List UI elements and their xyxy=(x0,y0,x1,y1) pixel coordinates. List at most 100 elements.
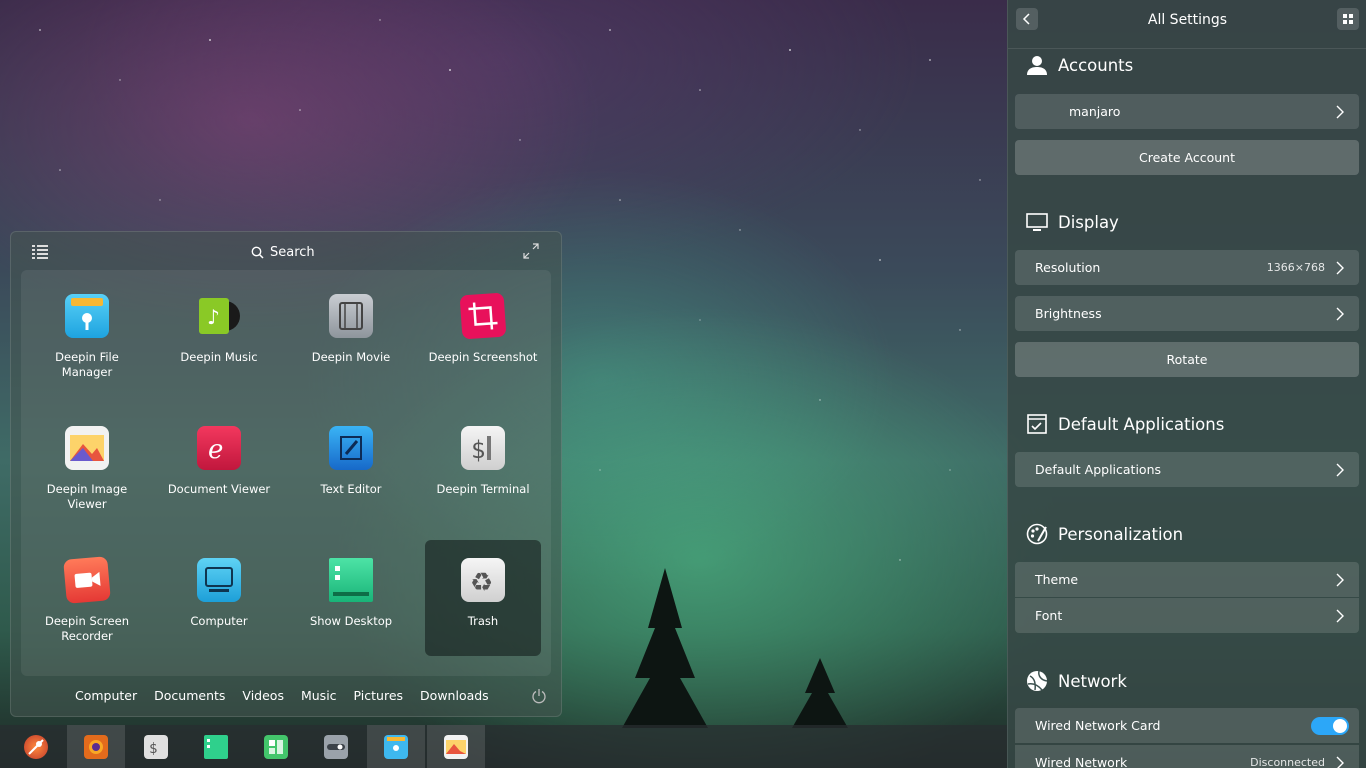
section-default-applications: Default Applications xyxy=(1026,413,1224,435)
section-title: Accounts xyxy=(1058,55,1134,75)
power-icon[interactable] xyxy=(531,688,547,704)
taskbar-system-monitor[interactable] xyxy=(247,725,305,768)
font-row[interactable]: Font xyxy=(1015,598,1359,633)
apps-grid: Deepin File Manager ♪ Deepin Music Deepi… xyxy=(21,270,551,676)
theme-row[interactable]: Theme xyxy=(1015,562,1359,597)
app-deepin-screenshot[interactable]: Deepin Screenshot xyxy=(425,276,541,392)
svg-text:$: $ xyxy=(471,436,485,464)
app-deepin-music[interactable]: ♪ Deepin Music xyxy=(161,276,277,392)
row-label: Theme xyxy=(1035,572,1079,587)
button-label: Rotate xyxy=(1166,352,1208,367)
app-launcher: Search Deepin File Manager ♪ Deepin Musi… xyxy=(10,231,562,717)
folder-downloads[interactable]: Downloads xyxy=(420,688,489,703)
search-input[interactable]: Search xyxy=(251,242,315,262)
app-trash[interactable]: ♻ Trash xyxy=(425,540,541,656)
image-viewer-icon xyxy=(65,426,109,470)
section-network: Network xyxy=(1026,670,1127,692)
folder-music[interactable]: Music xyxy=(301,688,337,703)
app-deepin-file-manager[interactable]: Deepin File Manager xyxy=(29,276,145,392)
trash-icon: ♻ xyxy=(461,558,505,602)
app-label: Deepin Screenshot xyxy=(428,350,538,364)
app-label: Show Desktop xyxy=(309,614,393,628)
search-placeholder: Search xyxy=(270,244,315,260)
chevron-right-icon xyxy=(1336,307,1344,320)
chevron-right-icon xyxy=(1336,609,1344,622)
terminal-icon: $ xyxy=(461,426,505,470)
folder-videos[interactable]: Videos xyxy=(242,688,284,703)
show-desktop-icon xyxy=(204,735,228,759)
wired-network-card-row: Wired Network Card xyxy=(1015,708,1359,743)
default-applications-row[interactable]: Default Applications xyxy=(1015,452,1359,487)
launcher-footer: Computer Documents Videos Music Pictures… xyxy=(11,676,561,716)
chevron-right-icon xyxy=(1336,756,1344,768)
app-deepin-terminal[interactable]: $ Deepin Terminal xyxy=(425,408,541,524)
firefox-icon xyxy=(84,735,108,759)
create-account-button[interactable]: Create Account xyxy=(1015,140,1359,175)
file-manager-icon xyxy=(384,735,408,759)
screenshot-icon xyxy=(459,292,507,340)
folder-shortcuts: Computer Documents Videos Music Pictures… xyxy=(75,688,489,703)
section-personalization: Personalization xyxy=(1026,523,1183,545)
svg-text:e: e xyxy=(208,435,223,465)
app-deepin-image-viewer[interactable]: Deepin Image Viewer xyxy=(29,408,145,524)
chevron-right-icon xyxy=(1336,573,1344,586)
folder-computer[interactable]: Computer xyxy=(75,688,137,703)
monitor-icon xyxy=(1026,213,1048,231)
app-label: Deepin Screen Recorder xyxy=(45,614,129,643)
app-show-desktop[interactable]: Show Desktop xyxy=(293,540,409,656)
section-title: Personalization xyxy=(1058,524,1184,544)
all-modules-button[interactable] xyxy=(1337,8,1359,30)
control-center-icon xyxy=(324,735,348,759)
launcher-icon xyxy=(24,735,48,759)
resolution-value: 1366×768 xyxy=(1266,261,1325,274)
button-label: Create Account xyxy=(1139,150,1235,165)
brightness-row[interactable]: Brightness xyxy=(1015,296,1359,331)
folder-pictures[interactable]: Pictures xyxy=(354,688,404,703)
show-desktop-icon xyxy=(329,558,373,602)
resolution-row[interactable]: Resolution 1366×768 xyxy=(1015,250,1359,285)
section-title: Network xyxy=(1058,671,1127,691)
category-view-icon[interactable] xyxy=(31,243,49,261)
row-label: Default Applications xyxy=(1035,462,1162,477)
app-deepin-movie[interactable]: Deepin Movie xyxy=(293,276,409,392)
account-row-user[interactable]: manjaro xyxy=(1015,94,1359,129)
file-manager-icon xyxy=(65,294,109,338)
tree-silhouette xyxy=(622,568,708,728)
wired-network-toggle[interactable] xyxy=(1311,716,1349,735)
taskbar: $ xyxy=(0,725,1007,768)
app-label: Text Editor xyxy=(320,482,382,496)
taskbar-file-manager[interactable] xyxy=(367,725,425,768)
section-display: Display xyxy=(1026,211,1119,233)
taskbar-control-center[interactable] xyxy=(307,725,365,768)
app-document-viewer[interactable]: e Document Viewer xyxy=(161,408,277,524)
taskbar-show-desktop[interactable] xyxy=(187,725,245,768)
taskbar-terminal[interactable]: $ xyxy=(127,725,185,768)
app-label: Deepin Movie xyxy=(311,350,391,364)
section-title: Display xyxy=(1058,212,1119,232)
wired-network-row[interactable]: Wired Network Disconnected xyxy=(1015,745,1359,768)
section-accounts: Accounts xyxy=(1026,54,1133,76)
folder-documents[interactable]: Documents xyxy=(154,688,225,703)
image-viewer-icon xyxy=(444,735,468,759)
taskbar-launcher[interactable] xyxy=(7,725,65,768)
chevron-right-icon xyxy=(1336,261,1344,274)
section-title: Default Applications xyxy=(1058,414,1225,434)
app-computer[interactable]: Computer xyxy=(161,540,277,656)
system-monitor-icon xyxy=(264,735,288,759)
grid-icon xyxy=(1343,14,1353,24)
rotate-button[interactable]: Rotate xyxy=(1015,342,1359,377)
screen-recorder-icon xyxy=(63,556,111,604)
taskbar-firefox[interactable] xyxy=(67,725,125,768)
app-deepin-screen-recorder[interactable]: Deepin Screen Recorder xyxy=(29,540,145,656)
svg-text:♪: ♪ xyxy=(207,305,220,329)
launcher-header: Search xyxy=(11,232,561,270)
row-label: Wired Network xyxy=(1035,755,1128,768)
app-label: Deepin File Manager xyxy=(55,350,119,379)
fullscreen-icon[interactable] xyxy=(523,243,539,259)
taskbar-image-viewer[interactable] xyxy=(427,725,485,768)
app-text-editor[interactable]: Text Editor xyxy=(293,408,409,524)
text-editor-icon xyxy=(329,426,373,470)
settings-header: All Settings xyxy=(1008,0,1366,49)
computer-icon xyxy=(197,558,241,602)
svg-text:$: $ xyxy=(149,741,157,757)
